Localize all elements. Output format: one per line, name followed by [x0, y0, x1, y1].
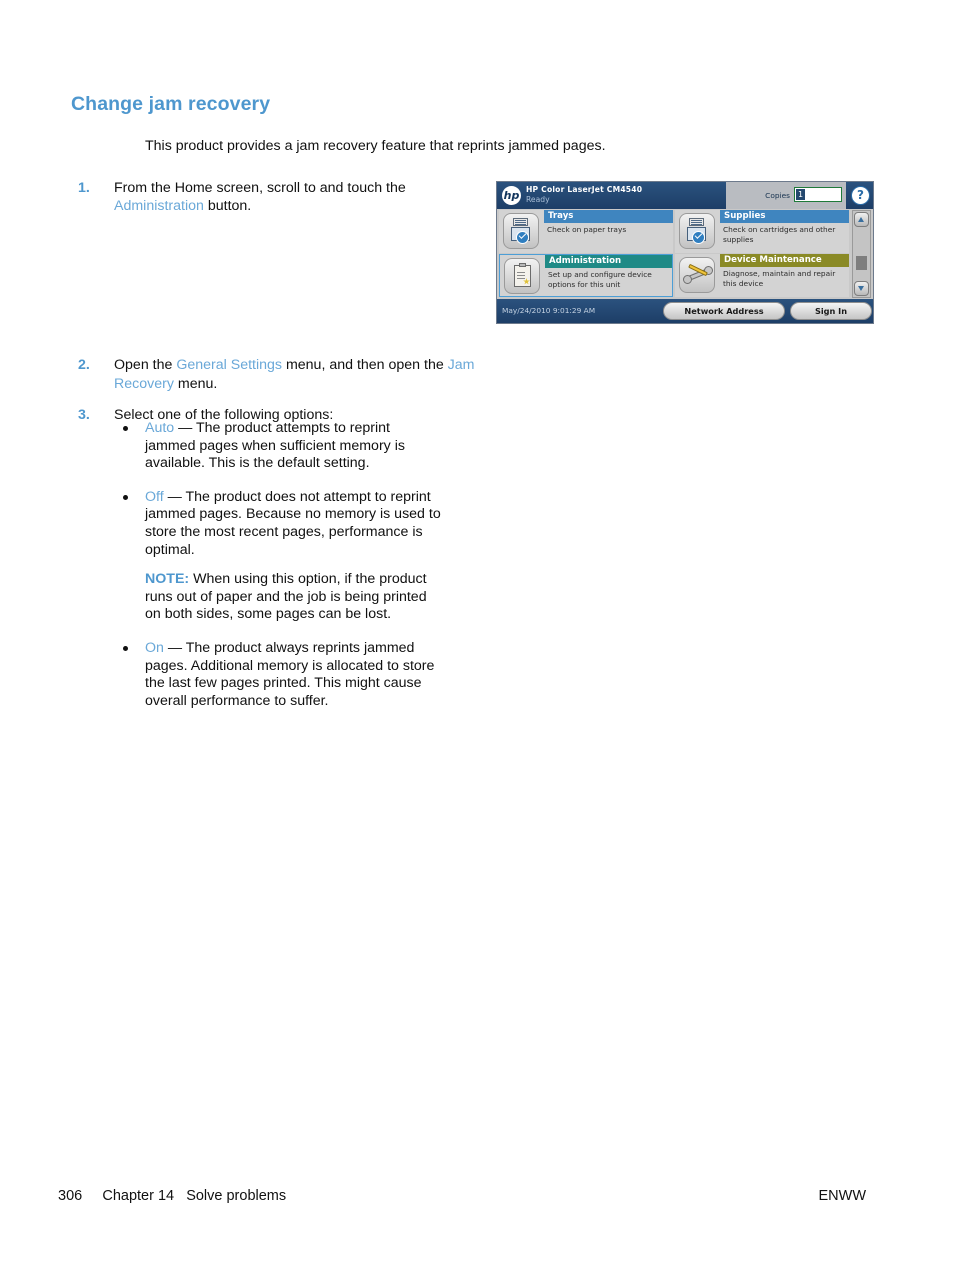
scroll-up-icon[interactable]	[854, 212, 869, 227]
bullet-dot-icon	[123, 645, 128, 651]
tile-device-maintenance-subtitle: Diagnose, maintain and repair this devic…	[723, 269, 836, 288]
tile-supplies-title: Supplies	[720, 210, 849, 223]
control-panel-scrollbar[interactable]	[852, 210, 871, 298]
bullet-off-text: — The product does not attempt to reprin…	[145, 488, 441, 558]
bullet-on-text: — The product always reprints jammed pag…	[145, 639, 435, 709]
scrollbar-thumb[interactable]	[856, 256, 867, 270]
step-2: 2. Open the General Settings menu, and th…	[78, 356, 478, 392]
footer-chapter: Chapter 14 Solve problems	[102, 1188, 287, 1204]
printer-supplies-icon	[679, 213, 715, 249]
step-1-highlight: Administration	[114, 198, 204, 215]
bullet-on: On — The product always reprints jammed …	[114, 640, 444, 710]
numbered-steps: 1. From the Home screen, scroll to and to…	[78, 179, 478, 424]
step-1: 1. From the Home screen, scroll to and to…	[78, 179, 478, 215]
step-3-number: 3.	[78, 406, 90, 423]
bullet-auto-label: Auto	[145, 420, 175, 436]
control-panel-bottom-bar: May/24/2010 9:01:29 AM Network Address S…	[497, 299, 873, 323]
hp-logo-icon: hp	[502, 186, 521, 205]
bullet-auto: Auto — The product attempts to reprint j…	[114, 420, 444, 473]
bullet-off: Off — The product does not attempt to re…	[114, 489, 444, 559]
note-block: NOTE: When using this option, if the pro…	[114, 571, 444, 624]
tile-trays-title: Trays	[544, 210, 673, 223]
footer-left: 306 Chapter 14 Solve problems	[58, 1188, 286, 1204]
note-label: NOTE:	[145, 571, 190, 588]
footer-right: ENWW	[818, 1188, 866, 1204]
bullet-off-label: Off	[145, 488, 164, 505]
scroll-down-icon[interactable]	[854, 281, 869, 296]
step-1-text-before: From the Home screen, scroll to and touc…	[114, 180, 406, 196]
tile-supplies[interactable]: Supplies Check on cartridges and other s…	[675, 210, 849, 253]
tile-administration-subtitle: Set up and configure device options for …	[548, 270, 652, 289]
printer-status-label: Ready	[526, 195, 550, 204]
bullet-dot-icon	[123, 494, 128, 500]
step-2-number: 2.	[78, 357, 90, 374]
footer-spacer	[82, 1188, 102, 1204]
copies-area: Copies 1	[726, 182, 846, 209]
bullet-dot-icon	[123, 426, 128, 431]
bullet-auto-text: — The product attempts to reprint jammed…	[145, 420, 405, 472]
tile-administration-title: Administration	[545, 255, 672, 268]
options-bullet-list: Auto — The product attempts to reprint j…	[114, 420, 444, 726]
copies-label: Copies	[765, 191, 790, 200]
tile-supplies-subtitle: Check on cartridges and other supplies	[723, 225, 836, 244]
tile-trays-subtitle: Check on paper trays	[547, 225, 627, 234]
tile-device-maintenance-title: Device Maintenance	[720, 254, 849, 267]
datetime-label: May/24/2010 9:01:29 AM	[502, 306, 596, 315]
tile-administration[interactable]: Administration Set up and configure devi…	[499, 254, 673, 297]
step-2-text-mid: menu, and then open the	[282, 357, 448, 374]
step-2-text-after: menu.	[173, 375, 218, 392]
page-title: Change jam recovery	[71, 93, 271, 115]
printer-tray-icon	[503, 213, 539, 249]
tile-device-maintenance[interactable]: Device Maintenance Diagnose, maintain an…	[675, 254, 849, 297]
wrench-screwdriver-icon	[679, 257, 715, 293]
control-panel-title-bar: hp HP Color LaserJet CM4540 Ready Copies…	[497, 182, 873, 209]
step-1-text-after: button.	[203, 198, 252, 215]
step-2-highlight-general-settings: General Settings	[176, 357, 283, 374]
sign-in-button[interactable]: Sign In	[790, 302, 872, 320]
bullet-on-label: On	[145, 639, 164, 656]
network-address-button[interactable]: Network Address	[663, 302, 785, 320]
help-icon[interactable]: ?	[851, 186, 870, 205]
control-panel-home-tiles: Trays Check on paper trays Supplies Chec…	[497, 209, 873, 299]
footer-page-number: 306	[58, 1188, 83, 1204]
intro-paragraph: This product provides a jam recovery fea…	[145, 138, 606, 154]
copies-input[interactable]: 1	[794, 187, 842, 202]
printer-control-panel-figure: hp HP Color LaserJet CM4540 Ready Copies…	[496, 181, 874, 324]
copies-value: 1	[796, 189, 805, 200]
step-2-text-before: Open the	[114, 357, 177, 374]
clipboard-icon	[504, 258, 540, 294]
tile-trays[interactable]: Trays Check on paper trays	[499, 210, 673, 253]
printer-model-label: HP Color LaserJet CM4540	[526, 185, 643, 194]
step-1-number: 1.	[78, 180, 90, 196]
